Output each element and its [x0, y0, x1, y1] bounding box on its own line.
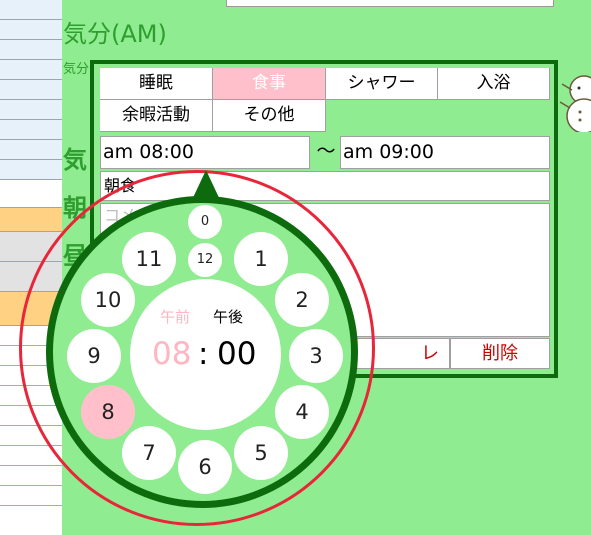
strip-row — [0, 506, 62, 535]
delete-button[interactable]: 削除 — [450, 338, 550, 369]
strip-row — [0, 20, 62, 40]
top-input-box[interactable] — [226, 0, 554, 7]
dial-hour-4[interactable]: 4 — [275, 385, 329, 439]
am-toggle[interactable]: 午前 — [160, 306, 190, 327]
dial-hour-8[interactable]: 8 — [81, 385, 135, 439]
tab-shower[interactable]: シャワー — [326, 68, 438, 100]
tab-meal[interactable]: 食事 — [213, 68, 326, 100]
snowman-icon — [559, 75, 591, 132]
dial-hour-11[interactable]: 11 — [122, 232, 176, 286]
display-colon: : — [198, 336, 209, 372]
mood-sub-label: 気分 — [63, 62, 90, 77]
strip-row — [0, 140, 62, 160]
strip-row — [0, 60, 62, 80]
background-fragment: 気 — [63, 146, 87, 174]
end-time-field[interactable]: am 09:00 — [340, 136, 550, 169]
strip-row — [0, 0, 62, 20]
tab-sleep[interactable]: 睡眠 — [100, 68, 213, 100]
dial-hour-6[interactable]: 6 — [178, 440, 232, 494]
start-time-field[interactable]: am 08:00 — [100, 136, 310, 169]
dial-hour-2[interactable]: 2 — [275, 273, 329, 327]
pm-toggle[interactable]: 午後 — [213, 306, 243, 327]
display-hour: 08 — [152, 336, 192, 372]
dial-hour-5[interactable]: 5 — [234, 426, 288, 480]
display-minute: 00 — [217, 336, 257, 372]
strip-row — [0, 208, 62, 232]
strip-row — [0, 120, 62, 140]
mood-am-heading: 気分(AM) — [63, 20, 167, 48]
tab-other[interactable]: その他 — [213, 100, 326, 132]
dial-hour-0[interactable]: 0 — [188, 205, 222, 239]
time-range-separator: ～ — [316, 140, 336, 162]
strip-row — [0, 466, 62, 486]
dial-hour-9[interactable]: 9 — [67, 329, 121, 383]
dial-hour-10[interactable]: 10 — [81, 273, 135, 327]
tab-leisure[interactable]: 余暇活動 — [100, 100, 213, 132]
strip-row — [0, 486, 62, 506]
strip-row — [0, 80, 62, 100]
dial-hour-1[interactable]: 1 — [234, 232, 288, 286]
dial-hour-7[interactable]: 7 — [122, 426, 176, 480]
dial-hour-12[interactable]: 12 — [188, 243, 222, 277]
dial-hour-3[interactable]: 3 — [289, 329, 343, 383]
strip-row — [0, 40, 62, 60]
tab-bath[interactable]: 入浴 — [438, 68, 550, 100]
strip-row — [0, 180, 62, 208]
strip-row — [0, 160, 62, 180]
strip-row — [0, 100, 62, 120]
